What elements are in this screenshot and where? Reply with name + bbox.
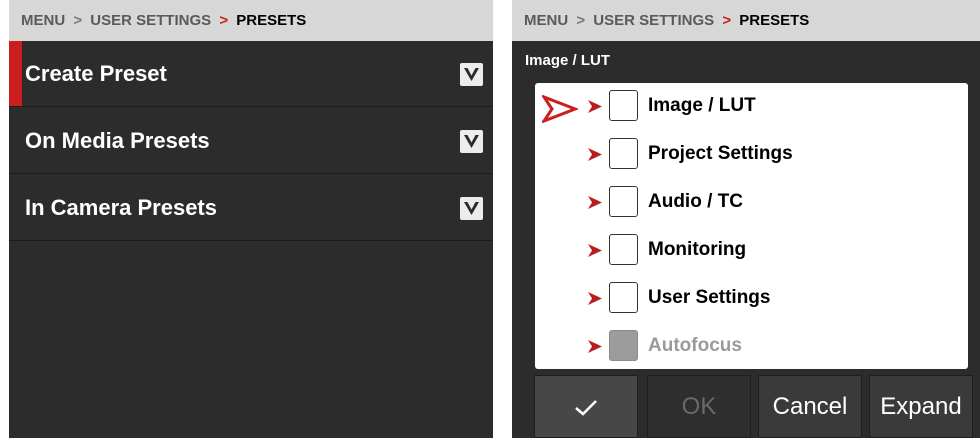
expand-arrow-icon[interactable] — [588, 292, 602, 305]
checkbox — [609, 330, 638, 361]
breadcrumb-menu[interactable]: MENU — [524, 12, 568, 29]
breadcrumb-user-settings[interactable]: USER SETTINGS — [90, 12, 211, 29]
list-item-label: Monitoring — [648, 239, 747, 260]
chevron-down-icon[interactable] — [460, 63, 483, 86]
breadcrumb-menu[interactable]: MENU — [21, 12, 65, 29]
breadcrumb-current: PRESETS — [739, 12, 810, 29]
presets-menu-panel: MENU > USER SETTINGS > PRESETS Create Pr… — [9, 0, 493, 438]
expand-arrow-icon[interactable] — [588, 148, 602, 161]
list-item-audio-tc[interactable]: Audio / TC — [535, 179, 968, 227]
menu-item-label: Create Preset — [25, 61, 167, 86]
checkbox[interactable] — [609, 282, 638, 313]
checkbox[interactable] — [609, 234, 638, 265]
list-item-project-settings[interactable]: Project Settings — [535, 131, 968, 179]
breadcrumb: MENU > USER SETTINGS > PRESETS — [9, 0, 493, 41]
cancel-button[interactable]: Cancel — [758, 375, 862, 438]
breadcrumb: MENU > USER SETTINGS > PRESETS — [512, 0, 980, 41]
breadcrumb-separator: > — [576, 12, 586, 29]
expand-button[interactable]: Expand — [869, 375, 973, 438]
list-item-label: User Settings — [648, 287, 771, 308]
checkbox[interactable] — [609, 138, 638, 169]
breadcrumb-separator-active: > — [219, 12, 229, 29]
ok-button: OK — [647, 375, 751, 438]
breadcrumb-separator-active: > — [722, 12, 732, 29]
expand-arrow-icon[interactable] — [588, 196, 602, 209]
chevron-down-icon[interactable] — [460, 130, 483, 153]
checkmark-icon — [575, 399, 597, 416]
expand-arrow-icon[interactable] — [588, 100, 602, 113]
menu-item-label: On Media Presets — [25, 128, 210, 153]
preset-categories-panel: MENU > USER SETTINGS > PRESETS Image / L… — [512, 0, 980, 438]
expand-arrow-icon[interactable] — [588, 340, 602, 353]
list-item-label: Autofocus — [648, 335, 742, 356]
breadcrumb-separator: > — [73, 12, 83, 29]
expand-arrow-icon[interactable] — [588, 244, 602, 257]
chevron-down-icon[interactable] — [460, 197, 483, 220]
list-item-label: Project Settings — [648, 143, 793, 164]
focus-cursor-icon — [542, 95, 578, 123]
checkbox[interactable] — [609, 186, 638, 217]
section-title: Image / LUT — [525, 52, 611, 69]
menu-item-in-camera-presets[interactable]: In Camera Presets — [9, 175, 493, 241]
breadcrumb-current: PRESETS — [236, 12, 307, 29]
breadcrumb-user-settings[interactable]: USER SETTINGS — [593, 12, 714, 29]
menu-item-on-media-presets[interactable]: On Media Presets — [9, 108, 493, 174]
list-item-label: Audio / TC — [648, 191, 743, 212]
checkbox[interactable] — [609, 90, 638, 121]
preset-category-list: Image / LUT Project Settings Audio / TC … — [535, 83, 968, 369]
list-item-monitoring[interactable]: Monitoring — [535, 227, 968, 275]
menu-item-label: In Camera Presets — [25, 195, 217, 220]
list-item-label: Image / LUT — [648, 95, 756, 116]
selection-indicator — [9, 41, 22, 106]
list-item-autofocus: Autofocus — [535, 323, 968, 369]
menu-item-create-preset[interactable]: Create Preset — [9, 41, 493, 107]
list-item-user-settings[interactable]: User Settings — [535, 275, 968, 323]
confirm-check-button[interactable] — [534, 375, 638, 438]
list-item-image-lut[interactable]: Image / LUT — [535, 83, 968, 131]
